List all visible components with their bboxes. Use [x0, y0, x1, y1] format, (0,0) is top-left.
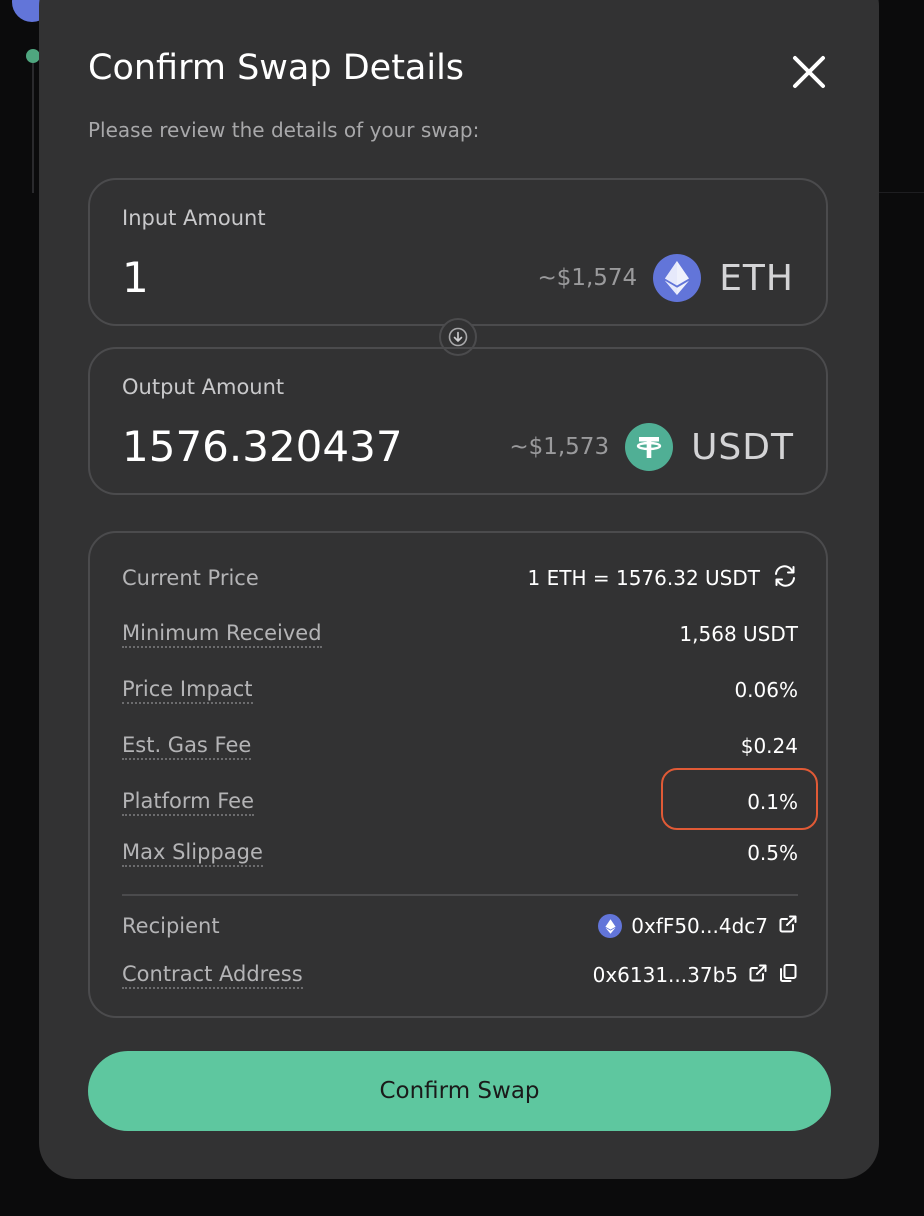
detail-row-gas-fee: Est. Gas Fee $0.24	[122, 731, 798, 761]
detail-row-recipient: Recipient 0xfF50...4dc7	[122, 911, 798, 941]
arrow-down-icon	[448, 327, 468, 347]
current-price-value: 1 ETH = 1576.32 USDT	[527, 566, 760, 590]
recipient-label: Recipient	[122, 914, 220, 938]
minimum-received-label[interactable]: Minimum Received	[122, 621, 322, 648]
detail-row-minimum-received: Minimum Received 1,568 USDT	[122, 619, 798, 649]
contract-address-label[interactable]: Contract Address	[122, 962, 303, 989]
output-token: ~$1,573 USDT	[509, 421, 794, 473]
minimum-received-value: 1,568 USDT	[679, 622, 798, 646]
recipient-ethereum-icon	[598, 914, 623, 938]
output-amount-card: Output Amount 1576.320437 ~$1,573 USDT	[88, 347, 828, 495]
confirm-swap-modal: Confirm Swap Details Please review the d…	[39, 0, 879, 1179]
contract-address-value[interactable]: 0x6131...37b5	[593, 963, 738, 987]
details-divider	[122, 894, 798, 896]
background-status-dot	[26, 49, 40, 63]
output-token-symbol: USDT	[691, 426, 794, 468]
modal-title: Confirm Swap Details	[88, 48, 465, 88]
input-token: ~$1,574 ETH	[537, 252, 794, 304]
ethereum-icon	[653, 254, 702, 302]
input-amount-card: Input Amount 1 ~$1,574 ETH	[88, 178, 828, 326]
modal-subtitle: Please review the details of your swap:	[88, 118, 480, 142]
platform-fee-label[interactable]: Platform Fee	[122, 789, 255, 816]
price-impact-value: 0.06%	[734, 678, 798, 702]
platform-fee-highlight	[661, 768, 818, 830]
output-amount-label: Output Amount	[122, 375, 285, 399]
close-button[interactable]	[787, 50, 831, 94]
detail-row-contract-address: Contract Address 0x6131...37b5	[122, 960, 798, 990]
external-link-icon[interactable]	[748, 963, 768, 988]
input-token-symbol: ETH	[719, 257, 794, 299]
input-amount-label: Input Amount	[122, 206, 266, 230]
external-link-icon[interactable]	[778, 914, 798, 939]
max-slippage-value: 0.5%	[747, 841, 798, 865]
recipient-address[interactable]: 0xfF50...4dc7	[631, 914, 768, 938]
close-icon	[793, 56, 825, 88]
swap-price-icon[interactable]	[772, 563, 798, 594]
detail-row-current-price: Current Price 1 ETH = 1576.32 USDT	[122, 563, 798, 593]
detail-row-max-slippage: Max Slippage 0.5%	[122, 838, 798, 868]
price-impact-label[interactable]: Price Impact	[122, 677, 253, 704]
input-amount-value: 1	[122, 253, 149, 302]
output-amount-value: 1576.320437	[122, 422, 403, 471]
confirm-swap-button[interactable]: Confirm Swap	[88, 1051, 831, 1131]
background-timeline	[32, 63, 34, 193]
max-slippage-label[interactable]: Max Slippage	[122, 840, 263, 867]
output-usd-value: ~$1,573	[509, 434, 610, 460]
tether-icon	[625, 423, 674, 471]
detail-row-price-impact: Price Impact 0.06%	[122, 675, 798, 705]
gas-fee-value: $0.24	[740, 734, 798, 758]
input-usd-value: ~$1,574	[537, 265, 638, 291]
gas-fee-label[interactable]: Est. Gas Fee	[122, 733, 252, 760]
current-price-label: Current Price	[122, 566, 259, 590]
copy-icon[interactable]	[778, 963, 798, 988]
background-divider	[878, 192, 924, 193]
